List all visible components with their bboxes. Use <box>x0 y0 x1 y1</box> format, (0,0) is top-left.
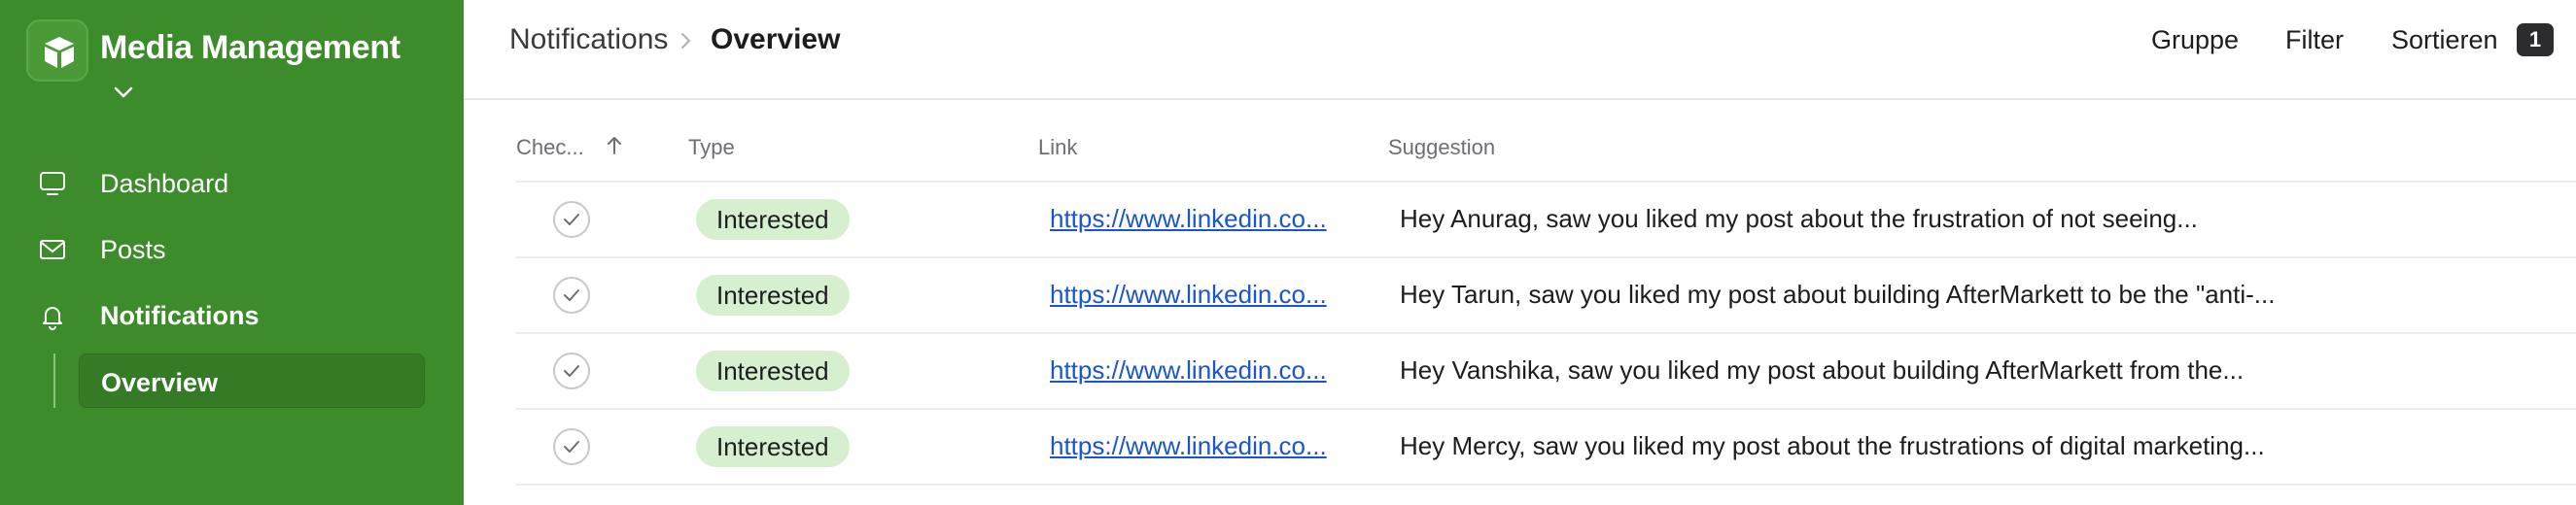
sidebar-item-notifications[interactable]: Notifications <box>0 287 464 342</box>
envelope-icon <box>40 240 65 259</box>
box-icon <box>45 37 74 68</box>
sidebar-item-label: Notifications <box>100 301 260 330</box>
subnav-indicator <box>53 354 55 408</box>
app-logo[interactable] <box>26 19 88 82</box>
sidebar-item-label: Posts <box>100 235 166 264</box>
filter-button[interactable]: Filter <box>2285 25 2344 55</box>
suggestion-text: Hey Vanshika, saw you liked my post abou… <box>1400 355 2245 385</box>
monitor-icon <box>40 172 65 195</box>
column-header-suggestion[interactable]: Suggestion <box>1388 135 1495 160</box>
check-toggle[interactable] <box>553 201 590 238</box>
table-row[interactable]: Interested https://www.linkedin.co... He… <box>516 410 2576 486</box>
page-title: Overview <box>711 23 841 55</box>
sidebar-item-overview[interactable]: Overview <box>79 354 425 408</box>
profile-link[interactable]: https://www.linkedin.co... <box>1050 204 1341 234</box>
check-toggle[interactable] <box>553 353 590 389</box>
sidebar-item-dashboard[interactable]: Dashboard <box>0 155 464 210</box>
sidebar-item-posts[interactable]: Posts <box>0 221 464 276</box>
sort-ascending-icon[interactable] <box>606 135 623 156</box>
checkmark-icon <box>564 365 579 377</box>
breadcrumb-notifications[interactable]: Notifications <box>509 23 668 56</box>
suggestion-text: Hey Anurag, saw you liked my post about … <box>1400 204 2198 233</box>
chevron-down-icon[interactable] <box>113 85 134 99</box>
profile-link[interactable]: https://www.linkedin.co... <box>1050 431 1341 461</box>
sort-count-badge: 1 <box>2517 23 2554 56</box>
check-toggle[interactable] <box>553 277 590 314</box>
column-header-type[interactable]: Type <box>688 135 735 160</box>
bell-icon <box>43 307 62 330</box>
type-badge: Interested <box>696 426 850 467</box>
checkmark-icon <box>564 441 579 453</box>
table-row[interactable]: Interested https://www.linkedin.co... He… <box>516 334 2576 410</box>
type-badge: Interested <box>696 275 850 316</box>
sidebar-item-label: Dashboard <box>100 169 229 198</box>
sidebar: Media Management Dashboard Posts Notific… <box>0 0 464 505</box>
sort-button[interactable]: Sortieren <box>2391 25 2498 55</box>
profile-link[interactable]: https://www.linkedin.co... <box>1050 280 1341 310</box>
app-title: Media Management <box>100 29 400 66</box>
table-row[interactable]: Interested https://www.linkedin.co... He… <box>516 258 2576 334</box>
type-badge: Interested <box>696 351 850 391</box>
page-header: Notifications Overview Gruppe Filter Sor… <box>464 0 2576 100</box>
profile-link[interactable]: https://www.linkedin.co... <box>1050 355 1341 386</box>
group-button[interactable]: Gruppe <box>2151 25 2239 55</box>
column-header-check[interactable]: Chec... <box>516 135 584 160</box>
suggestion-text: Hey Tarun, saw you liked my post about b… <box>1400 280 2276 309</box>
suggestion-text: Hey Mercy, saw you liked my post about t… <box>1400 431 2265 460</box>
check-toggle[interactable] <box>553 428 590 465</box>
type-badge: Interested <box>696 199 850 240</box>
table-row[interactable]: Interested https://www.linkedin.co... He… <box>516 183 2576 258</box>
checkmark-icon <box>564 289 579 301</box>
column-header-link[interactable]: Link <box>1038 135 1077 160</box>
chevron-right-icon <box>681 33 691 49</box>
sidebar-item-label: Overview <box>101 368 219 397</box>
checkmark-icon <box>564 214 579 225</box>
